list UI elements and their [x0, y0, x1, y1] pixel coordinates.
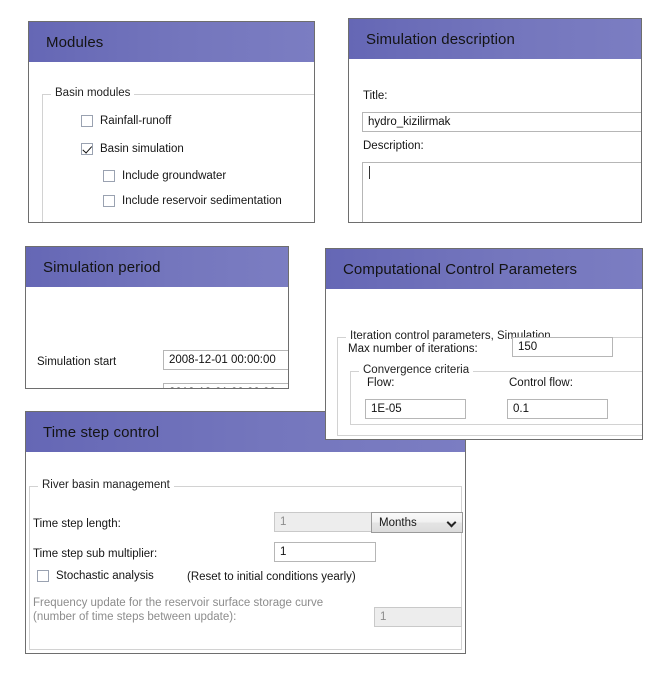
chevron-down-icon	[447, 518, 456, 527]
frequency-update-value: 1	[380, 611, 387, 623]
checkbox-basin-simulation[interactable]: Basin simulation	[81, 143, 184, 155]
modules-panel-body: Basin modules Rainfall-runoff Basin simu…	[29, 62, 314, 222]
simulation-description-panel-title: Simulation description	[366, 30, 515, 48]
time-step-control-panel-title: Time step control	[43, 423, 160, 441]
time-step-length-input[interactable]: 1	[274, 512, 376, 532]
simulation-start-input[interactable]: 2008-12-01 00:00:00	[163, 350, 288, 370]
simulation-period-panel-header: Simulation period	[26, 247, 288, 287]
time-step-unit-select[interactable]: Months	[371, 512, 463, 533]
frequency-update-input[interactable]: 1	[374, 607, 462, 627]
computational-control-parameters-panel: Computational Control Parameters Iterati…	[325, 248, 643, 440]
flow-label: Flow:	[367, 377, 395, 389]
modules-panel-header: Modules	[29, 22, 314, 62]
rainfall-runoff-label: Rainfall-runoff	[100, 115, 172, 127]
max-iterations-input[interactable]: 150	[512, 337, 613, 357]
basin-simulation-checkbox-icon[interactable]	[81, 143, 93, 155]
text-caret	[369, 166, 370, 179]
stochastic-analysis-label: Stochastic analysis	[56, 570, 154, 582]
simulation-description-panel: Simulation description Title: hydro_kizi…	[348, 18, 642, 223]
description-label: Description:	[363, 140, 424, 152]
simulation-start-label: Simulation start	[37, 356, 117, 368]
checkbox-include-reservoir-sedimentation[interactable]: Include reservoir sedimentation	[103, 195, 282, 207]
checkbox-rainfall-runoff[interactable]: Rainfall-runoff	[81, 115, 171, 127]
title-input[interactable]: hydro_kizilirmak	[362, 112, 641, 132]
simulation-period-panel-title: Simulation period	[43, 258, 161, 276]
computational-control-parameters-panel-header: Computational Control Parameters	[326, 249, 642, 289]
simulation-period-panel-body: Simulation start 2008-12-01 00:00:00 Sim…	[26, 287, 288, 388]
description-input[interactable]	[362, 162, 641, 222]
title-label: Title:	[363, 90, 388, 102]
basin-modules-legend: Basin modules	[51, 87, 135, 99]
simulation-end-value: 2012-12-01 00:00:00	[169, 387, 276, 388]
checkbox-stochastic-analysis[interactable]: Stochastic analysis	[37, 570, 154, 582]
simulation-end-input[interactable]: 2012-12-01 00:00:00	[163, 383, 288, 388]
include-reservoir-sedimentation-checkbox-icon[interactable]	[103, 195, 115, 207]
simulation-start-value: 2008-12-01 00:00:00	[169, 354, 276, 366]
include-reservoir-sedimentation-label: Include reservoir sedimentation	[122, 195, 282, 207]
rainfall-runoff-checkbox-icon[interactable]	[81, 115, 93, 127]
modules-panel: Modules Basin modules Rainfall-runoff Ba…	[28, 21, 315, 223]
control-flow-value: 0.1	[513, 403, 529, 415]
convergence-criteria-legend: Convergence criteria	[359, 364, 474, 376]
control-flow-label: Control flow:	[509, 377, 573, 389]
include-groundwater-label: Include groundwater	[122, 170, 227, 182]
time-step-control-panel-body: River basin management Time step length:…	[26, 452, 465, 653]
control-flow-input[interactable]: 0.1	[507, 399, 608, 419]
computational-control-parameters-panel-body: Iteration control parameters, Simulation…	[326, 289, 642, 439]
time-step-multiplier-value: 1	[280, 546, 287, 558]
basin-simulation-label: Basin simulation	[100, 143, 184, 155]
stochastic-analysis-note: (Reset to initial conditions yearly)	[187, 571, 356, 583]
time-step-unit-value: Months	[379, 516, 417, 529]
simulation-period-panel: Simulation period Simulation start 2008-…	[25, 246, 289, 389]
max-iterations-value: 150	[518, 341, 538, 353]
time-step-length-value: 1	[280, 516, 287, 528]
stochastic-analysis-checkbox-icon[interactable]	[37, 570, 49, 582]
title-input-value: hydro_kizilirmak	[368, 116, 451, 128]
frequency-update-label: Frequency update for the reservoir surfa…	[33, 597, 324, 623]
computational-control-parameters-panel-title: Computational Control Parameters	[343, 260, 578, 278]
time-step-control-panel: Time step control River basin management…	[25, 411, 466, 654]
time-step-length-label: Time step length:	[33, 518, 121, 530]
time-step-multiplier-label: Time step sub multiplier:	[33, 548, 158, 560]
time-step-multiplier-input[interactable]: 1	[274, 542, 376, 562]
include-groundwater-checkbox-icon[interactable]	[103, 170, 115, 182]
flow-input[interactable]: 1E-05	[365, 399, 466, 419]
max-iterations-label: Max number of iterations:	[348, 343, 478, 355]
simulation-description-panel-header: Simulation description	[349, 19, 641, 59]
simulation-description-panel-body: Title: hydro_kizilirmak Description:	[349, 59, 641, 222]
checkbox-include-groundwater[interactable]: Include groundwater	[103, 170, 226, 182]
river-basin-management-legend: River basin management	[38, 479, 174, 491]
modules-panel-title: Modules	[46, 33, 104, 51]
flow-value: 1E-05	[371, 403, 402, 415]
